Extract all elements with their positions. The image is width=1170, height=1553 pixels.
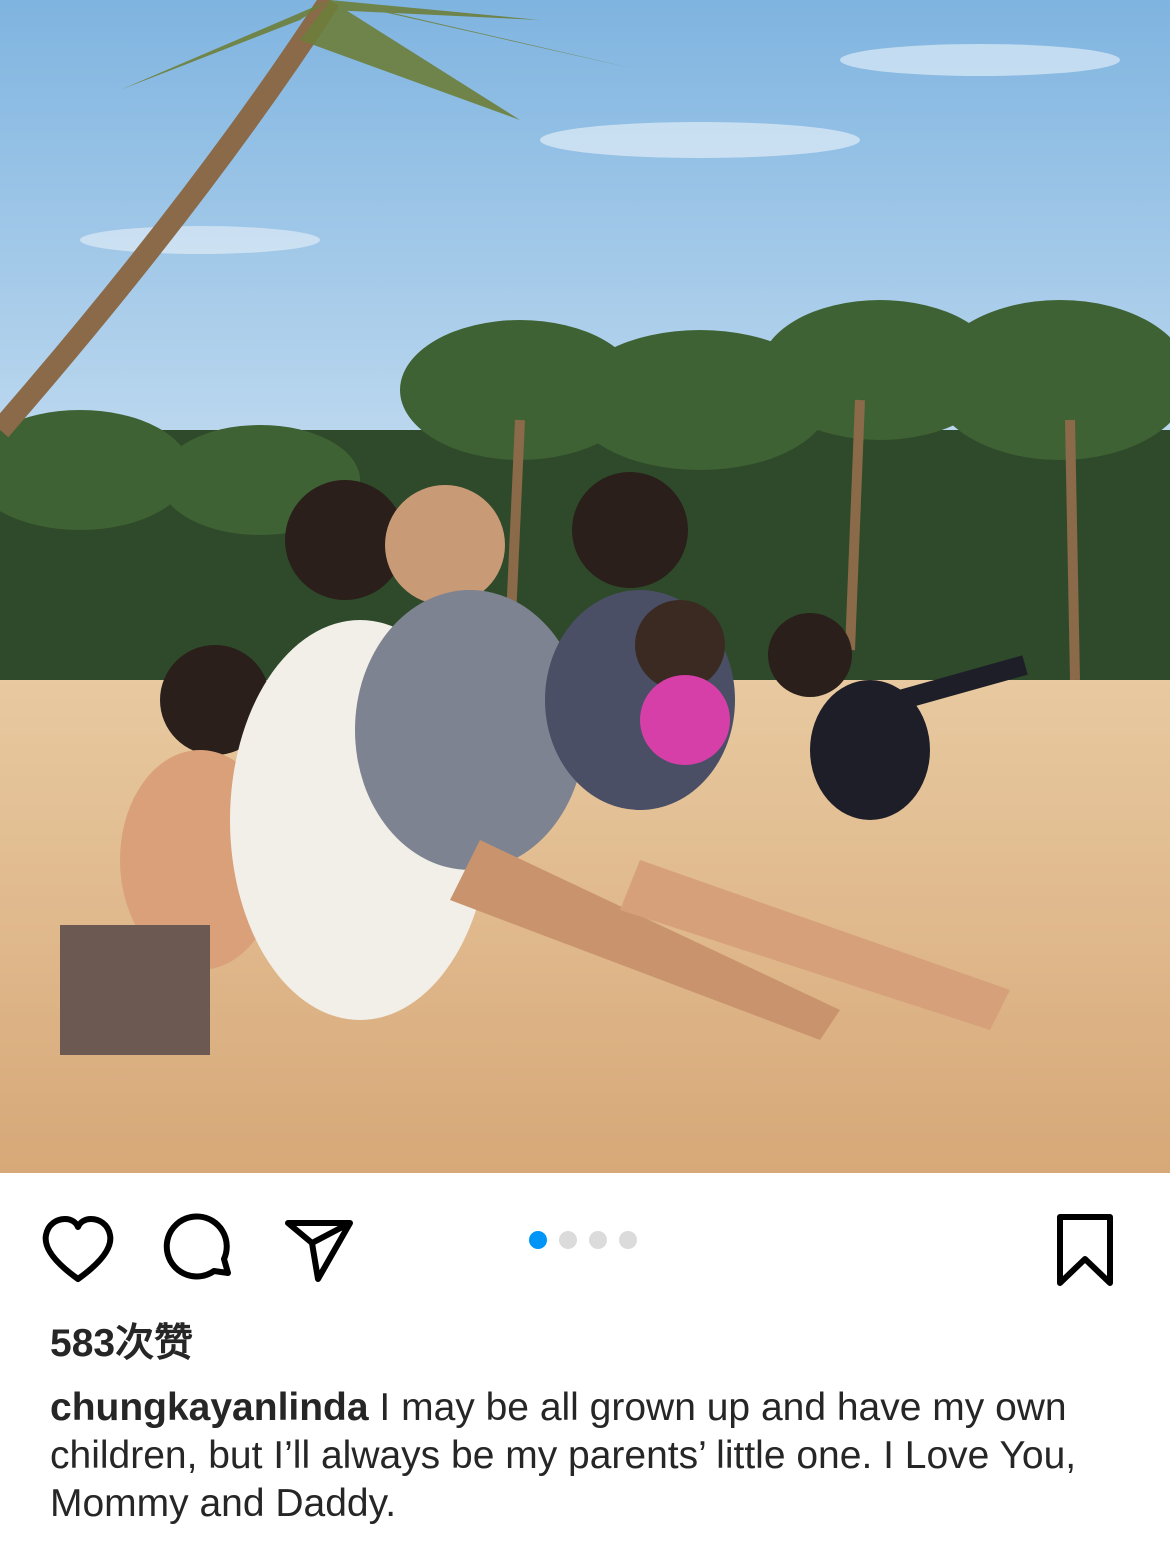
carousel-dot [619, 1231, 637, 1249]
carousel-indicator [529, 1231, 637, 1251]
likes-count[interactable]: 583次赞 [50, 1318, 193, 1370]
comment-icon[interactable] [162, 1213, 238, 1289]
heart-icon[interactable] [40, 1213, 116, 1289]
carousel-dot-active [529, 1231, 547, 1249]
post-caption: chungkayanlinda I may be all grown up an… [50, 1384, 1130, 1528]
caption-username[interactable]: chungkayanlinda [50, 1386, 369, 1429]
carousel-dot [589, 1231, 607, 1249]
bookmark-icon[interactable] [1050, 1211, 1120, 1289]
beach-photo-illustration [0, 0, 1170, 1173]
paper-plane-icon[interactable] [282, 1213, 358, 1289]
post-photo[interactable] [0, 0, 1170, 1173]
carousel-dot [559, 1231, 577, 1249]
